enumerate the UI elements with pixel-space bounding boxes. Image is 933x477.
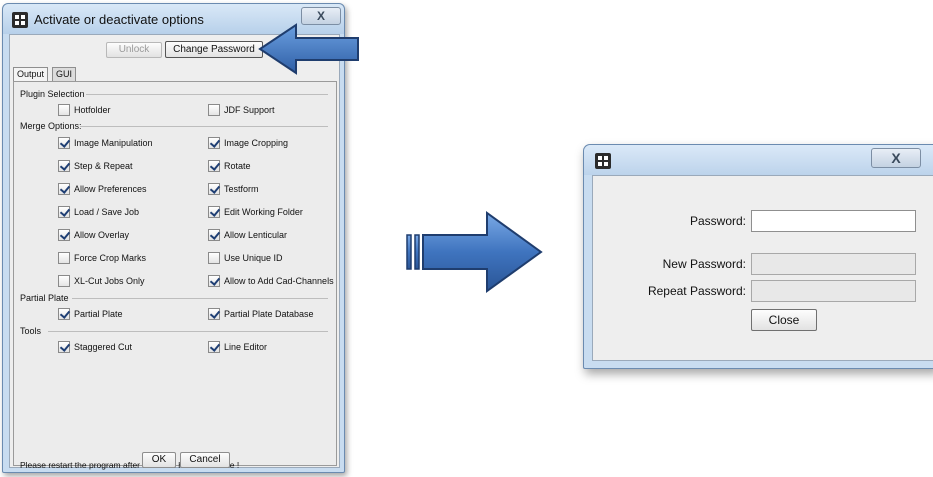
close-icon[interactable]: X [871,148,921,168]
change-password-button[interactable]: Change Password [165,41,263,58]
allow-lenticular-checkbox[interactable] [208,229,220,241]
force-crop-marks-checkbox[interactable] [58,252,70,264]
jdf-support-checkbox[interactable] [208,104,220,116]
load-save-job-label: Load / Save Job [74,207,140,217]
options-dialog-body: Unlock Change Password Output GUI Plugin… [9,34,340,470]
divider [72,298,328,299]
repeat-password-field[interactable] [751,280,916,302]
allow-add-cad-channels-label: Allow to Add Cad-Channels [224,276,334,286]
partial-plate-label: Partial Plate [74,309,123,319]
image-cropping-label: Image Cropping [224,138,289,148]
divider [48,331,328,332]
flow-arrow-right-icon [406,211,543,293]
hotfolder-checkbox[interactable] [58,104,70,116]
password-label: Password: [689,214,746,228]
xl-cut-jobs-only-checkbox[interactable] [58,275,70,287]
section-plugin-selection: Plugin Selection [20,89,85,99]
step-repeat-checkbox[interactable] [58,160,70,172]
options-dialog-title: Activate or deactivate options [34,12,204,27]
image-cropping-checkbox[interactable] [208,137,220,149]
partial-plate-database-checkbox[interactable] [208,308,220,320]
partial-plate-checkbox[interactable] [58,308,70,320]
line-editor-label: Line Editor [224,342,268,352]
jdf-support-label: JDF Support [224,105,275,115]
new-password-label: New Password: [662,257,746,271]
load-save-job-checkbox[interactable] [58,206,70,218]
app-icon [12,12,28,28]
password-field[interactable] [751,210,916,232]
allow-overlay-label: Allow Overlay [74,230,130,240]
password-dialog: X Password: New Password: Repeat Passwor… [583,144,933,369]
password-dialog-titlebar[interactable]: X [584,145,933,175]
line-editor-checkbox[interactable] [208,341,220,353]
new-password-field[interactable] [751,253,916,275]
xl-cut-jobs-only-label: XL-Cut Jobs Only [74,276,145,286]
pointer-arrow-left-icon [258,23,359,75]
cancel-button[interactable]: Cancel [180,452,230,468]
allow-preferences-label: Allow Preferences [74,184,147,194]
output-tab-panel: Plugin Selection Hotfolder JDF Support M… [13,81,337,470]
image-manipulation-checkbox[interactable] [58,137,70,149]
edit-working-folder-checkbox[interactable] [208,206,220,218]
tab-output[interactable]: Output [13,67,49,81]
step-repeat-label: Step & Repeat [74,161,133,171]
allow-preferences-checkbox[interactable] [58,183,70,195]
app-icon [595,153,611,169]
rotate-label: Rotate [224,161,251,171]
image-manipulation-label: Image Manipulation [74,138,153,148]
allow-add-cad-channels-checkbox[interactable] [208,275,220,287]
force-crop-marks-label: Force Crop Marks [74,253,147,263]
section-merge-options: Merge Options: [20,121,82,131]
partial-plate-database-label: Partial Plate Database [224,309,314,319]
testform-label: Testform [224,184,259,194]
password-dialog-body: Password: New Password: Repeat Password:… [592,175,933,361]
section-tools: Tools [20,326,42,336]
rotate-checkbox[interactable] [208,160,220,172]
staggered-cut-label: Staggered Cut [74,342,133,352]
tab-gui[interactable]: GUI [52,67,77,81]
divider [80,126,328,127]
ok-button[interactable]: OK [142,452,176,468]
close-button[interactable]: Close [751,309,817,331]
hotfolder-label: Hotfolder [74,105,111,115]
allow-overlay-checkbox[interactable] [58,229,70,241]
edit-working-folder-label: Edit Working Folder [224,207,303,217]
staggered-cut-checkbox[interactable] [58,341,70,353]
section-partial-plate: Partial Plate [20,293,69,303]
use-unique-id-label: Use Unique ID [224,253,283,263]
repeat-password-label: Repeat Password: [647,284,746,298]
divider [86,94,328,95]
use-unique-id-checkbox[interactable] [208,252,220,264]
allow-lenticular-label: Allow Lenticular [224,230,288,240]
unlock-button[interactable]: Unlock [106,42,162,58]
testform-checkbox[interactable] [208,183,220,195]
